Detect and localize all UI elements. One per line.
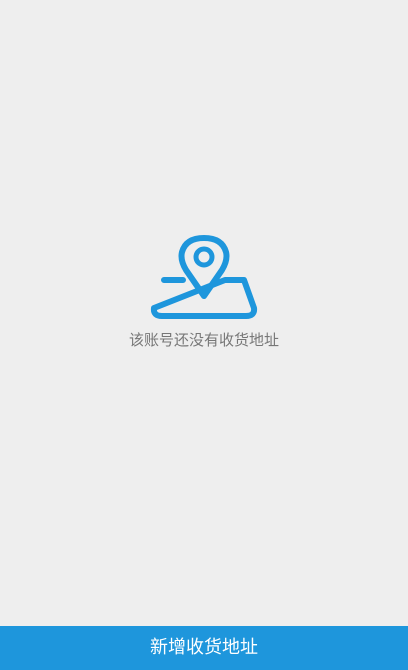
empty-state: 该账号还没有收货地址	[0, 234, 408, 350]
map-location-pin-icon	[150, 235, 258, 319]
empty-message: 该账号还没有收货地址	[128, 331, 279, 349]
add-address-button[interactable]: 新增收货地址	[0, 626, 408, 670]
